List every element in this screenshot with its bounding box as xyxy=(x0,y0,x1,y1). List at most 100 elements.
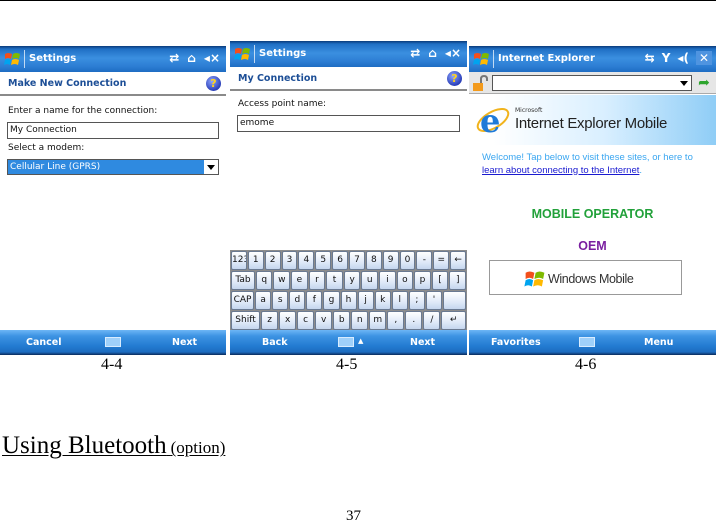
key[interactable]: r xyxy=(308,271,326,290)
svg-text:e: e xyxy=(480,102,500,139)
enter-key[interactable]: ↵ xyxy=(441,311,466,330)
go-arrow-icon[interactable]: ➦ xyxy=(695,75,713,91)
shift-key[interactable]: Shift xyxy=(231,311,261,330)
subheader-title: My Connection xyxy=(238,73,318,84)
key[interactable]: i xyxy=(379,271,396,290)
connection-name-input[interactable]: My Connection xyxy=(7,122,219,139)
key[interactable]: p xyxy=(414,271,431,290)
key[interactable]: k xyxy=(374,291,391,310)
oem-link[interactable]: OEM xyxy=(469,239,716,253)
windows-start-icon[interactable] xyxy=(234,46,251,62)
key[interactable]: / xyxy=(423,311,441,330)
backspace-key[interactable]: ← xyxy=(450,251,467,270)
key[interactable]: l xyxy=(391,291,408,310)
back-button[interactable]: Back xyxy=(262,337,288,348)
keyboard-icon[interactable] xyxy=(338,337,354,347)
key[interactable]: b xyxy=(333,311,351,330)
caret-up-icon[interactable]: ▲ xyxy=(358,337,363,345)
key[interactable]: x xyxy=(279,311,297,330)
subheader-title: Make New Connection xyxy=(8,78,127,89)
title-bar: Settings ⇄ ⌂ ◂× xyxy=(0,46,226,72)
chevron-down-icon[interactable] xyxy=(680,81,688,86)
signal-off-icon[interactable]: ⌂ xyxy=(187,51,196,65)
key[interactable]: z xyxy=(261,311,279,330)
connectivity-icon[interactable]: ⇆ xyxy=(645,51,655,65)
help-icon[interactable]: ? xyxy=(206,76,221,91)
welcome-intro: Welcome! Tap below to visit these sites,… xyxy=(482,152,693,163)
modem-select-value: Cellular Line (GPRS) xyxy=(8,160,204,174)
tab-key[interactable]: Tab xyxy=(231,271,255,290)
key[interactable]: 7 xyxy=(349,251,365,270)
key[interactable]: - xyxy=(416,251,433,270)
key[interactable]: , xyxy=(387,311,405,330)
key[interactable]: = xyxy=(433,251,450,270)
key[interactable]: 0 xyxy=(399,251,416,270)
windows-start-icon[interactable] xyxy=(4,51,21,67)
ie-logo-icon: e xyxy=(475,101,511,140)
key[interactable]: ; xyxy=(408,291,425,310)
help-icon[interactable]: ? xyxy=(447,71,462,86)
keyboard-icon[interactable] xyxy=(579,337,595,347)
key[interactable]: w xyxy=(273,271,291,290)
page-number: 37 xyxy=(346,508,361,524)
mobile-operator-link[interactable]: MOBILE OPERATOR xyxy=(469,207,716,221)
key[interactable]: m xyxy=(369,311,387,330)
signal-icon[interactable]: Y xyxy=(662,51,671,65)
key[interactable]: u xyxy=(361,271,379,290)
key[interactable]: 5 xyxy=(315,251,332,270)
key[interactable]: s xyxy=(272,291,289,310)
key[interactable]: ] xyxy=(449,271,467,290)
address-input[interactable] xyxy=(492,75,692,91)
key[interactable]: 2 xyxy=(264,251,281,270)
favorites-button[interactable]: Favorites xyxy=(491,337,541,348)
key[interactable]: f xyxy=(306,291,323,310)
cancel-button[interactable]: Cancel xyxy=(26,337,61,348)
next-button[interactable]: Next xyxy=(410,337,435,348)
key[interactable]: 1 xyxy=(247,251,264,270)
key[interactable]: [ xyxy=(431,271,449,290)
key[interactable]: c xyxy=(297,311,315,330)
key[interactable]: e xyxy=(291,271,308,290)
connection-name-label: Enter a name for the connection: xyxy=(8,106,158,116)
access-point-label: Access point name: xyxy=(238,99,327,109)
title-separator xyxy=(24,50,25,68)
enter-key-top[interactable] xyxy=(442,291,467,310)
keyboard-icon[interactable] xyxy=(105,337,121,347)
close-icon[interactable]: ✕ xyxy=(695,51,712,65)
key[interactable]: q xyxy=(255,271,273,290)
key[interactable]: 4 xyxy=(298,251,315,270)
key[interactable]: a xyxy=(255,291,272,310)
key[interactable]: t xyxy=(326,271,343,290)
signal-off-icon[interactable]: ⌂ xyxy=(428,46,437,60)
key[interactable]: d xyxy=(289,291,306,310)
key[interactable]: 8 xyxy=(365,251,382,270)
key[interactable]: g xyxy=(323,291,340,310)
caps-key[interactable]: CAP xyxy=(231,291,255,310)
menu-button[interactable]: Menu xyxy=(644,337,673,348)
key[interactable]: v xyxy=(315,311,333,330)
key[interactable]: y xyxy=(343,271,361,290)
key[interactable]: 3 xyxy=(281,251,298,270)
connectivity-icon[interactable]: ⇄ xyxy=(410,46,420,60)
volume-mute-icon[interactable]: ◂× xyxy=(445,46,461,60)
next-button[interactable]: Next xyxy=(172,337,197,348)
windows-start-icon[interactable] xyxy=(473,51,490,67)
key[interactable]: j xyxy=(357,291,374,310)
key[interactable]: 6 xyxy=(332,251,349,270)
key[interactable]: 123 xyxy=(231,251,247,270)
screenshot-my-connection: Settings ⇄ ⌂ ◂× My Connection ? Access p… xyxy=(230,41,467,355)
key[interactable]: 9 xyxy=(382,251,399,270)
softkey-bar: Favorites Menu xyxy=(469,330,716,355)
windows-mobile-link[interactable]: Windows Mobile xyxy=(489,260,682,295)
modem-select[interactable]: Cellular Line (GPRS) xyxy=(7,159,219,175)
key[interactable]: n xyxy=(351,311,369,330)
key[interactable]: o xyxy=(396,271,414,290)
volume-icon[interactable]: ◂( xyxy=(677,51,689,65)
key[interactable]: . xyxy=(405,311,423,330)
access-point-input[interactable]: emome xyxy=(237,115,460,132)
learn-connecting-link[interactable]: learn about connecting to the Internet xyxy=(482,165,639,176)
key[interactable]: ' xyxy=(425,291,442,310)
volume-mute-icon[interactable]: ◂× xyxy=(204,51,220,65)
key[interactable]: h xyxy=(340,291,357,310)
connectivity-icon[interactable]: ⇄ xyxy=(169,51,179,65)
